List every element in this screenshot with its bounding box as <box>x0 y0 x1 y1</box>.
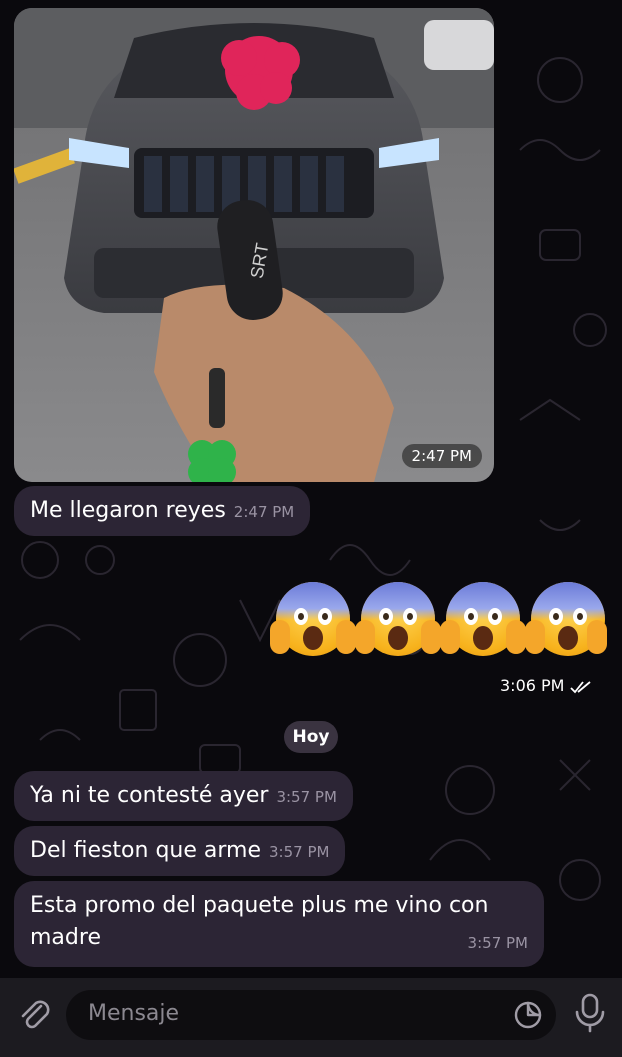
message-time: 3:57 PM <box>276 788 337 806</box>
message-time: 3:06 PM <box>500 676 565 695</box>
microphone-icon[interactable] <box>572 992 608 1034</box>
scream-emoji-icon <box>270 582 356 656</box>
incoming-message[interactable]: Del fieston que arme 3:57 PM <box>14 826 346 876</box>
photo-message[interactable]: SRT 2:47 PM <box>14 8 494 482</box>
message-text: Ya ni te contesté ayer <box>30 783 269 808</box>
double-check-icon <box>569 680 591 693</box>
car-photo[interactable]: SRT <box>14 8 494 482</box>
date-separator: Hoy <box>284 721 338 753</box>
incoming-message[interactable]: Ya ni te contesté ayer 3:57 PM <box>14 771 353 821</box>
message-input[interactable]: Mensaje <box>66 990 556 1040</box>
message-text: Esta promo del paquete plus me vino con … <box>30 893 489 950</box>
message-input-placeholder: Mensaje <box>88 1001 180 1026</box>
sent-time-row: 3:06 PM <box>500 676 592 695</box>
scream-emoji-icon <box>525 582 607 656</box>
paperclip-icon[interactable] <box>14 994 54 1034</box>
message-time: 3:57 PM <box>269 843 330 861</box>
message-text: Me llegaron reyes <box>30 498 226 523</box>
scream-emoji-icon <box>355 582 441 656</box>
scream-emoji-icon <box>440 582 526 656</box>
sticker-icon[interactable] <box>512 999 544 1031</box>
message-time: 2:47 PM <box>233 503 295 521</box>
message-time: 3:57 PM <box>467 934 528 952</box>
incoming-message[interactable]: Me llegaron reyes 2:47 PM <box>14 486 311 536</box>
incoming-message[interactable]: Esta promo del paquete plus me vino con … <box>14 881 544 967</box>
message-text: Del fieston que arme <box>30 838 261 863</box>
message-time: 2:47 PM <box>401 444 482 468</box>
